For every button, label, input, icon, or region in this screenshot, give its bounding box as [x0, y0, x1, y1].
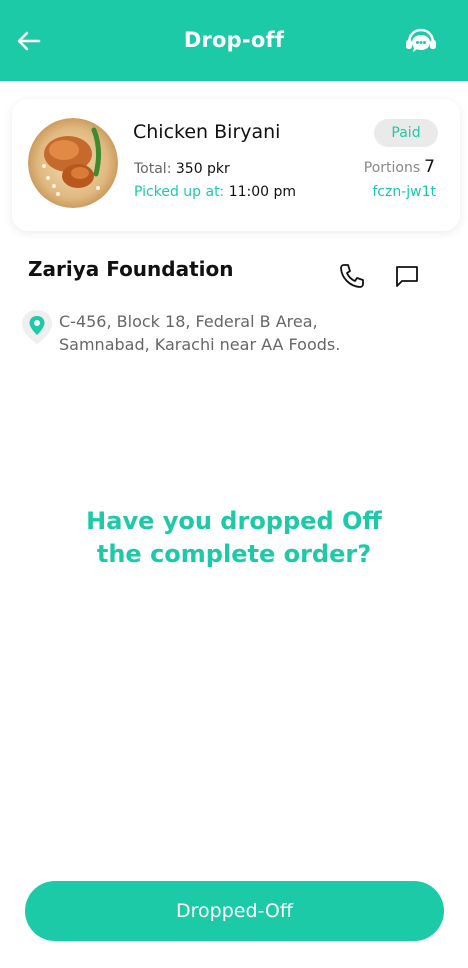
picked-up-time: Picked up at: 11:00 pm	[134, 184, 296, 200]
picked-value: 11:00 pm	[228, 184, 297, 200]
chat-support-icon[interactable]	[403, 26, 439, 58]
question-line-2: the complete order?	[96, 540, 372, 568]
portions: Portions 7	[364, 157, 435, 177]
portions-label: Portions	[363, 160, 421, 176]
recipient-name: Zariya Foundation	[28, 257, 234, 281]
recipient-address: C-456, Block 18, Federal B Area, Samnaba…	[59, 310, 439, 356]
picked-label: Picked up at:	[134, 184, 225, 200]
app-header: Drop-off	[0, 0, 468, 81]
order-total: Total: 350 pkr	[134, 161, 230, 177]
phone-icon[interactable]	[338, 262, 366, 290]
location-pin-icon	[22, 310, 52, 344]
status-badge: Paid	[374, 119, 438, 147]
message-icon[interactable]	[393, 262, 421, 290]
food-name: Chicken Biryani	[133, 121, 281, 143]
question-line-1: Have you dropped Off	[86, 507, 382, 535]
page-title: Drop-off	[183, 28, 285, 52]
dropoff-confirmation-question: Have you dropped Off the complete order?	[0, 505, 468, 571]
dropped-off-button[interactable]: Dropped-Off	[25, 881, 444, 941]
portions-value: 7	[424, 157, 435, 177]
address-line-1: C-456, Block 18, Federal B Area,	[59, 312, 318, 331]
order-card: Chicken Biryani Total: 350 pkr Picked up…	[12, 99, 460, 231]
food-image	[28, 118, 118, 208]
total-label: Total:	[134, 161, 172, 177]
address-line-2: Samnabad, Karachi near AA Foods.	[59, 335, 341, 354]
order-code: fczn-jw1t	[372, 184, 436, 200]
total-value: 350 pkr	[175, 161, 230, 177]
